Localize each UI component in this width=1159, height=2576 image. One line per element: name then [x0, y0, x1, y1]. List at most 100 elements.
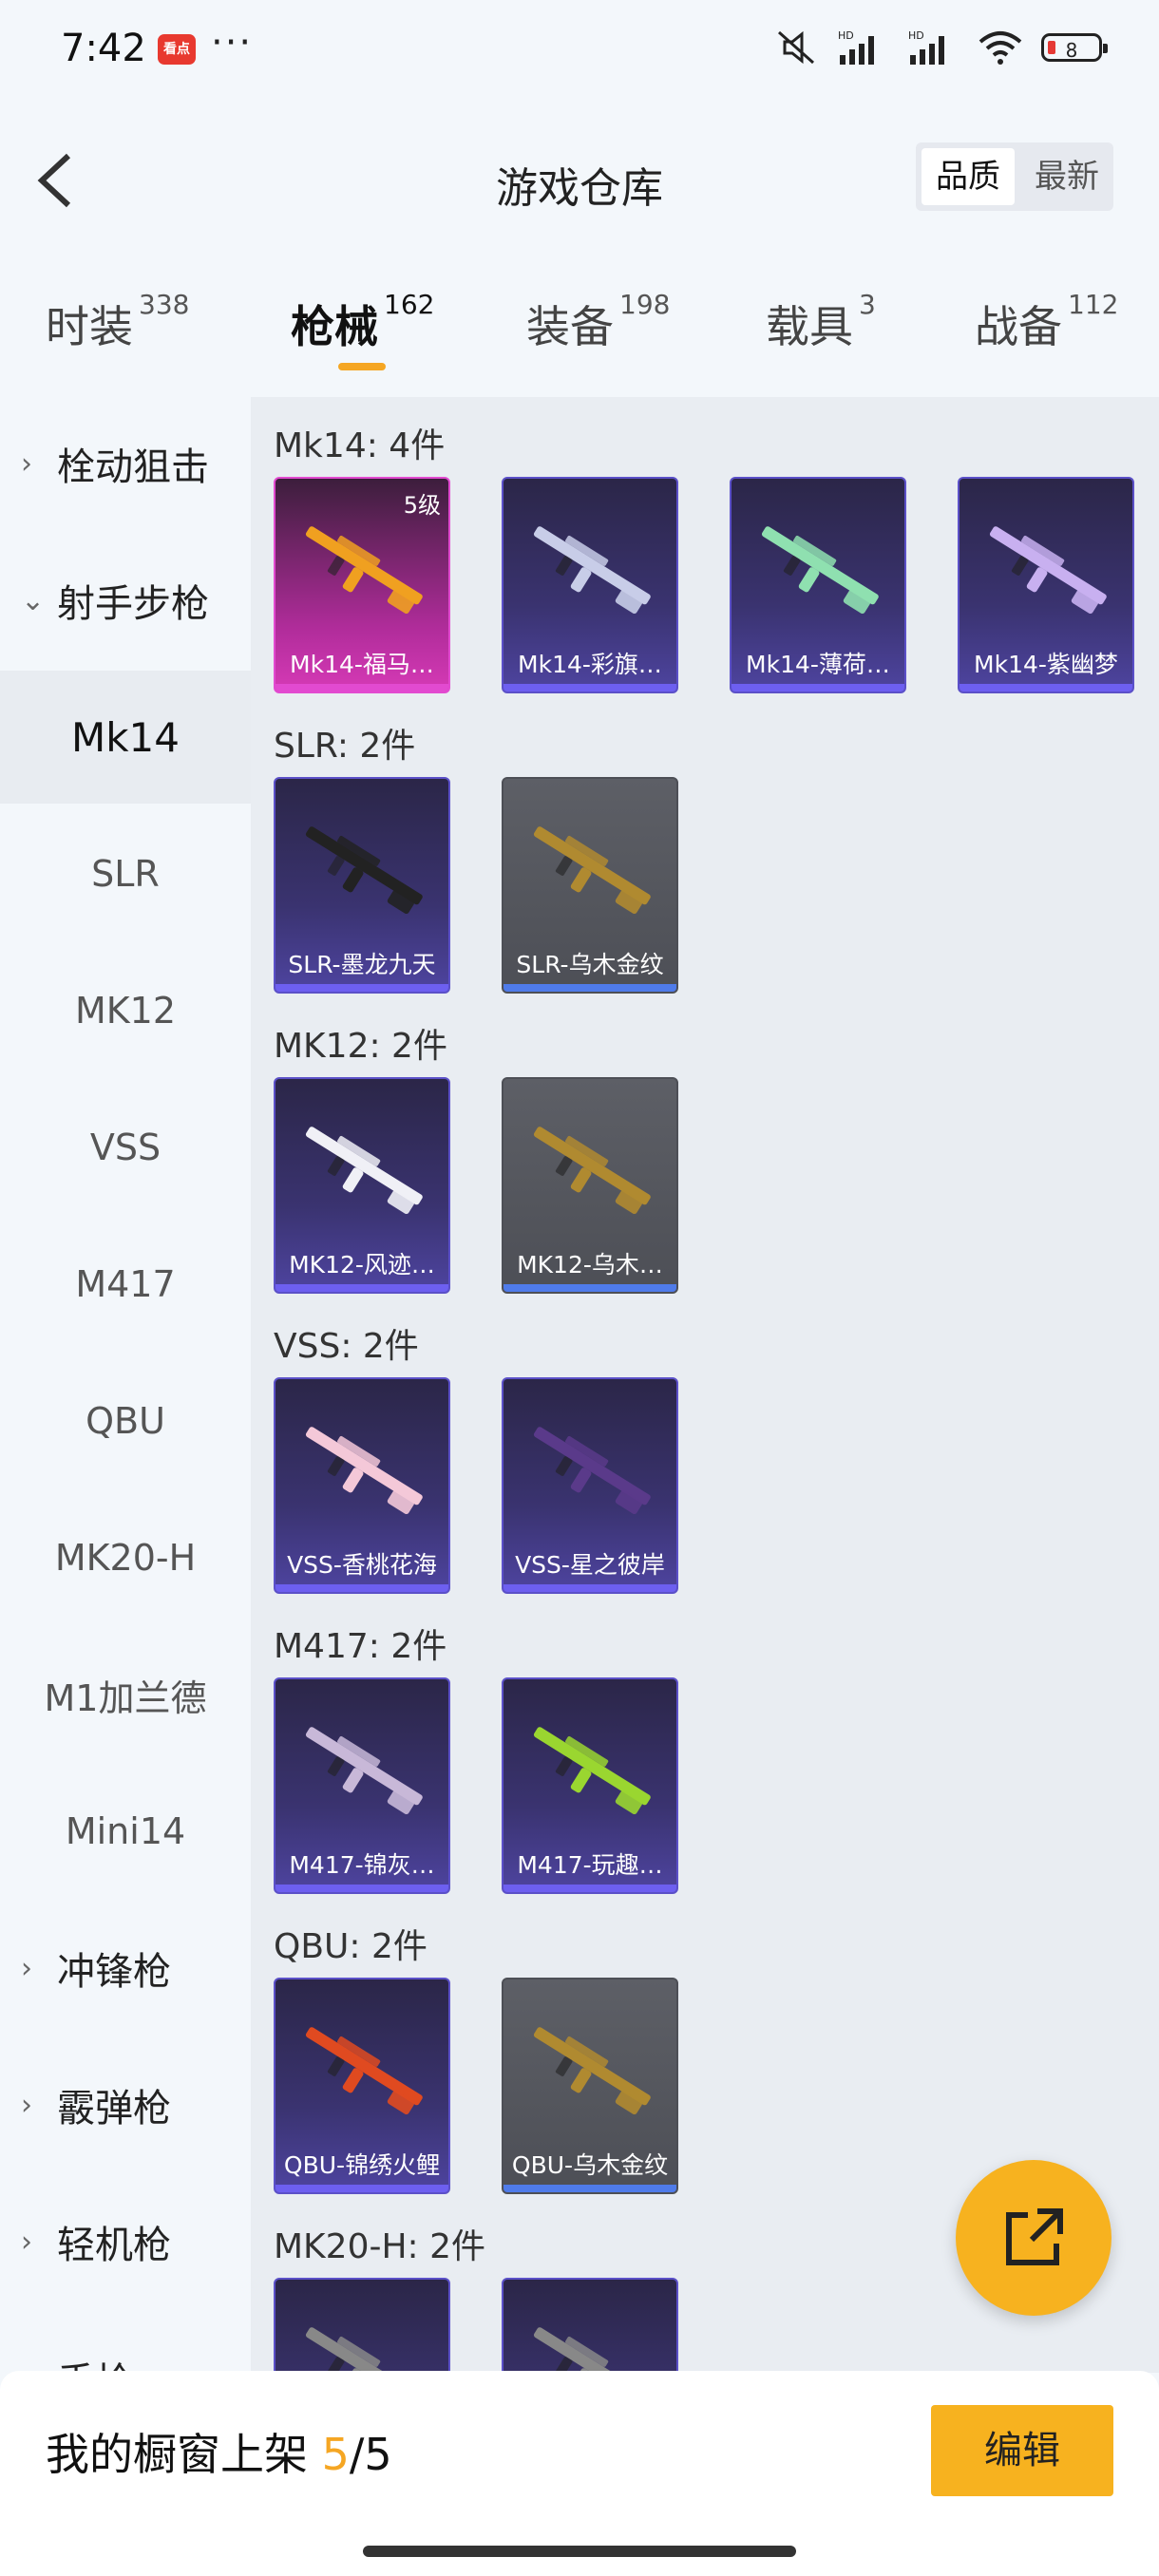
tab-vehicles[interactable]: 载具 3: [766, 289, 876, 355]
sidebar-item-smg[interactable]: › 冲锋枪: [0, 1902, 251, 2035]
sidebar-item-vss[interactable]: VSS: [0, 1081, 251, 1214]
sidebar-item-mk12[interactable]: MK12: [0, 944, 251, 1077]
weapon-card[interactable]: SLR-乌木金纹: [502, 777, 678, 994]
rarity-bar: [276, 1284, 448, 1292]
weapon-name: Mk14-福马…: [290, 651, 434, 678]
rifle-icon: [533, 2027, 651, 2115]
group-title: MK12: 2件: [274, 1027, 447, 1066]
rifle-icon: [761, 526, 879, 615]
svg-text:HD: HD: [908, 29, 924, 42]
rifle-icon: [305, 2027, 423, 2115]
weapon-name: MK12-乌木…: [517, 1251, 663, 1279]
weapon-card[interactable]: M417-玩趣…: [502, 1677, 678, 1894]
rarity-bar: [960, 684, 1132, 691]
rarity-bar: [504, 984, 676, 992]
signal-icon: HD: [838, 29, 874, 65]
weapon-card[interactable]: MK12-风迹…: [274, 1077, 450, 1294]
home-indicator[interactable]: [363, 2546, 796, 2557]
weapon-name: QBU-乌木金纹: [511, 2151, 669, 2179]
weapon-name: Mk14-彩旗…: [518, 651, 662, 678]
battery-icon: 8: [1041, 33, 1108, 62]
group-title: QBU: 2件: [274, 1927, 428, 1966]
weapon-card[interactable]: Mk14-彩旗…: [502, 477, 678, 693]
sidebar-item-slr[interactable]: SLR: [0, 807, 251, 940]
tab-fashion[interactable]: 时装 338: [46, 289, 189, 355]
weapon-card[interactable]: VSS-星之彼岸: [502, 1377, 678, 1594]
weapon-card[interactable]: Mk14-紫幽梦: [958, 477, 1134, 693]
sidebar: › 栓动狙击 ⌄ 射手步枪 Mk14 SLR MK12 VSS M417 QBU M…: [0, 397, 251, 2404]
weapon-name: M417-玩趣…: [517, 1851, 663, 1879]
rarity-bar: [504, 1284, 676, 1292]
share-button[interactable]: [956, 2160, 1112, 2316]
category-tabs: 时装 338 枪械 162 装备 198 载具 3 战备 112: [0, 275, 1159, 389]
weapon-card[interactable]: [274, 2278, 450, 2373]
rarity-bar: [504, 684, 676, 691]
group-title: SLR: 2件: [274, 727, 416, 766]
rifle-icon: [533, 1127, 651, 1215]
weapon-card[interactable]: SLR-墨龙九天: [274, 777, 450, 994]
rarity-bar: [276, 2185, 448, 2192]
weapon-card[interactable]: 5级 Mk14-福马…: [274, 477, 450, 693]
item-grid: Mk14: 4件 5级 Mk14-福马… Mk14-彩旗… Mk14-薄荷… Mk14-紫…: [251, 397, 1159, 2373]
weapon-name: VSS-星之彼岸: [515, 1551, 665, 1579]
weapon-card[interactable]: VSS-香桃花海: [274, 1377, 450, 1594]
weapon-name: Mk14-薄荷…: [746, 651, 890, 678]
rifle-icon: [533, 826, 651, 915]
sidebar-item-mk14[interactable]: Mk14: [0, 671, 251, 804]
rifle-icon: [305, 1127, 423, 1215]
tab-supplies[interactable]: 战备 112: [975, 289, 1118, 355]
rifle-icon: [305, 2327, 423, 2373]
sidebar-item-qbu[interactable]: QBU: [0, 1354, 251, 1487]
sidebar-item-bolt-sniper[interactable]: › 栓动狙击: [0, 397, 251, 530]
rarity-bar: [276, 1584, 448, 1592]
group-title: Mk14: 4件: [274, 426, 446, 465]
active-tab-indicator: [338, 363, 386, 370]
rifle-icon: [533, 1727, 651, 1815]
more-notifications-icon: ···: [211, 21, 254, 65]
weapon-card[interactable]: M417-锦灰…: [274, 1677, 450, 1894]
svg-text:HD: HD: [838, 29, 854, 42]
status-time: 7:42: [61, 27, 146, 70]
sidebar-item-shotgun[interactable]: › 霰弹枪: [0, 2038, 251, 2171]
weapon-name: Mk14-紫幽梦: [974, 651, 1118, 678]
mute-icon: [778, 30, 814, 65]
rifle-icon: [533, 1427, 651, 1515]
sidebar-item-mini14[interactable]: Mini14: [0, 1765, 251, 1898]
tab-equipment[interactable]: 装备 198: [526, 289, 670, 355]
rifle-icon: [305, 826, 423, 915]
weapon-name: QBU-锦绣火鲤: [283, 2151, 441, 2179]
sidebar-item-m417[interactable]: M417: [0, 1218, 251, 1351]
weapon-name: SLR-墨龙九天: [288, 951, 436, 978]
weapon-name: VSS-香桃花海: [287, 1551, 437, 1579]
rifle-icon: [305, 1427, 423, 1515]
tab-guns[interactable]: 枪械 162: [291, 289, 434, 355]
sidebar-item-m1-garand[interactable]: M1加兰德: [0, 1628, 251, 1761]
weapon-card[interactable]: QBU-乌木金纹: [502, 1978, 678, 2194]
group-title: VSS: 2件: [274, 1327, 419, 1366]
weapon-card[interactable]: MK12-乌木…: [502, 1077, 678, 1294]
group-title: M417: 2件: [274, 1627, 447, 1666]
rifle-icon: [305, 526, 423, 615]
weapon-card[interactable]: QBU-锦绣火鲤: [274, 1978, 450, 2194]
edit-button[interactable]: 编辑: [931, 2405, 1113, 2496]
sort-toggle: 品质 最新: [916, 142, 1113, 211]
wifi-icon: [978, 31, 1022, 65]
signal-icon-2: HD: [908, 29, 944, 65]
sidebar-item-mk20h[interactable]: MK20-H: [0, 1491, 251, 1624]
weapon-name: SLR-乌木金纹: [516, 951, 664, 978]
sort-latest-button[interactable]: 最新: [1020, 142, 1113, 211]
sort-quality-button[interactable]: 品质: [922, 148, 1015, 205]
weapon-card[interactable]: [502, 2278, 678, 2373]
chevron-right-icon: ›: [21, 446, 32, 481]
status-bar: 7:42 看点 ··· HD HD 8: [0, 0, 1159, 104]
showcase-status: 我的橱窗上架 5/5: [46, 2429, 392, 2480]
top-bar: 游戏仓库 品质 最新: [0, 104, 1159, 256]
weapon-card[interactable]: Mk14-薄荷…: [730, 477, 906, 693]
chevron-down-icon: ⌄: [21, 583, 46, 617]
rarity-bar: [276, 684, 448, 691]
chevron-right-icon: ›: [21, 2088, 32, 2122]
app-notification-icon: 看点: [158, 34, 196, 65]
sidebar-item-marksman-rifles[interactable]: ⌄ 射手步枪: [0, 534, 251, 667]
sidebar-item-lmg[interactable]: › 轻机枪: [0, 2175, 251, 2308]
rarity-bar: [276, 984, 448, 992]
